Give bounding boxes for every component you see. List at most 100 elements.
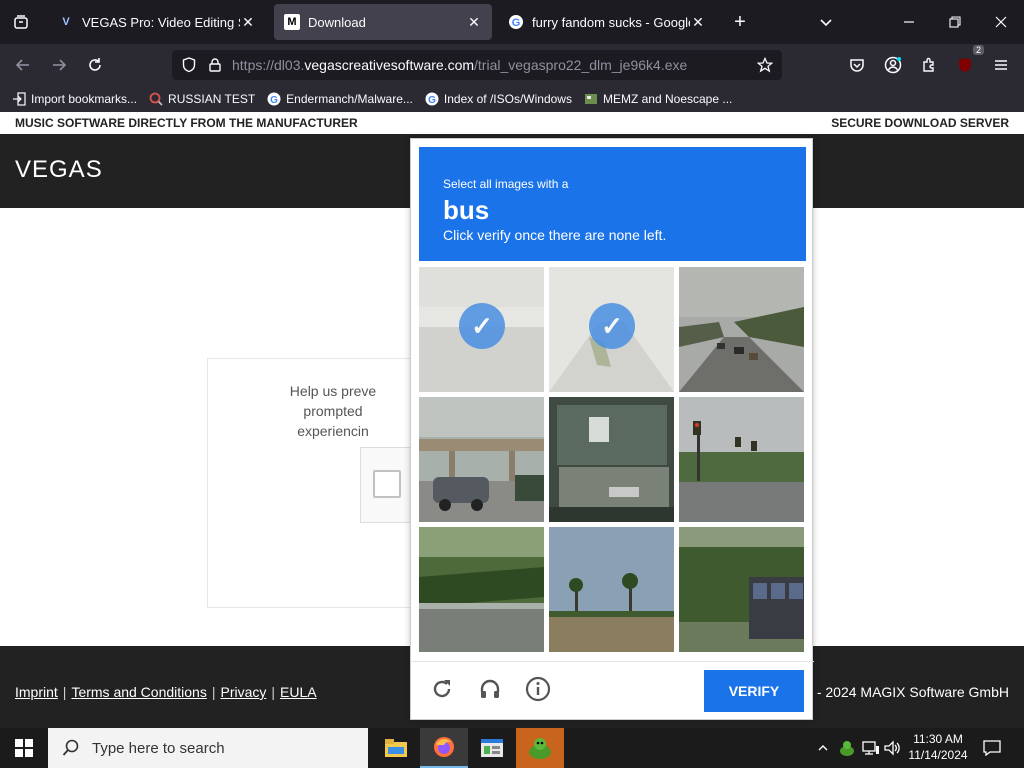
- grid-tile-1[interactable]: ✓: [419, 267, 544, 392]
- tab-vegas-pro[interactable]: V VEGAS Pro: Video Editing Softw ✕: [48, 4, 266, 40]
- url-domain: vegascreativesoftware.com: [304, 57, 475, 73]
- address-bar[interactable]: https://dl03.vegascreativesoftware.com/t…: [172, 50, 782, 80]
- bookmark-label: RUSSIAN TEST: [168, 92, 256, 106]
- list-all-tabs-icon[interactable]: [0, 0, 42, 44]
- footer-link-eula[interactable]: EULA: [280, 684, 317, 700]
- image-grid: ✓ ✓: [419, 267, 806, 654]
- windows-start-icon[interactable]: [0, 728, 48, 768]
- verify-button[interactable]: VERIFY: [704, 670, 804, 712]
- svg-text:G: G: [428, 95, 436, 106]
- bookmarks-toolbar: Import bookmarks... RUSSIAN TEST G Ender…: [0, 86, 1024, 112]
- google-icon: G: [267, 92, 281, 106]
- tab-title: VEGAS Pro: Video Editing Softw: [82, 14, 240, 30]
- forward-arrow-icon[interactable]: [44, 50, 74, 80]
- grid-tile-9[interactable]: [679, 527, 804, 652]
- svg-text:G: G: [512, 17, 521, 29]
- network-icon[interactable]: [860, 728, 882, 768]
- reload-icon[interactable]: [80, 50, 110, 80]
- bookmark-import[interactable]: Import bookmarks...: [12, 92, 137, 106]
- secure-server-label: SECURE DOWNLOAD SERVER: [831, 116, 1009, 130]
- image-icon: [584, 92, 598, 106]
- bookmark-endermanch[interactable]: G Endermanch/Malware...: [267, 92, 413, 106]
- recaptcha-checkbox[interactable]: [373, 470, 401, 498]
- vegas-favicon-icon: V: [62, 16, 70, 28]
- file-explorer-icon[interactable]: [372, 728, 420, 768]
- bonzi-buddy-icon[interactable]: [516, 728, 564, 768]
- footer-links: Imprint | Terms and Conditions | Privacy | EUL…: [15, 684, 317, 700]
- google-favicon-icon: G: [508, 14, 524, 30]
- firefox-taskbar-icon[interactable]: [420, 728, 468, 768]
- task-manager-icon[interactable]: [468, 728, 516, 768]
- vegas-logo[interactable]: VEGAS: [15, 156, 103, 184]
- grid-tile-6[interactable]: [679, 397, 804, 522]
- footer-link-terms[interactable]: Terms and Conditions: [71, 684, 206, 700]
- reload-challenge-icon[interactable]: [427, 674, 457, 704]
- browser-tab-strip: V VEGAS Pro: Video Editing Softw ✕ M Dow…: [0, 0, 1024, 44]
- search-icon: [149, 92, 163, 106]
- tracking-protection-shield-icon[interactable]: [176, 50, 202, 80]
- selected-check-icon: ✓: [459, 303, 505, 349]
- windows-taskbar: Type here to search 11:30 AM 11/14/2024: [0, 728, 1024, 768]
- clock-date: 11/14/2024: [908, 748, 968, 762]
- tab-title: Download: [308, 14, 366, 30]
- import-icon: [12, 92, 26, 106]
- url-path: /trial_vegaspro22_dlm_je96k4.exe: [474, 57, 688, 73]
- divider: |: [271, 684, 276, 700]
- close-window-icon[interactable]: [978, 0, 1024, 44]
- divider: |: [211, 684, 216, 700]
- taskbar-clock[interactable]: 11:30 AM 11/14/2024: [900, 731, 976, 763]
- taskbar-search-box[interactable]: Type here to search: [48, 728, 368, 768]
- chevron-up-icon[interactable]: [812, 728, 834, 768]
- tab-download[interactable]: M Download ✕: [274, 4, 492, 40]
- close-tab-icon[interactable]: ✕: [466, 14, 482, 31]
- pocket-icon[interactable]: [842, 50, 872, 80]
- divider: |: [62, 684, 67, 700]
- grid-tile-2[interactable]: ✓: [549, 267, 674, 392]
- footer-link-imprint[interactable]: Imprint: [15, 684, 58, 700]
- info-icon[interactable]: [523, 674, 553, 704]
- url-text[interactable]: https://dl03.vegascreativesoftware.com/t…: [232, 57, 687, 73]
- grid-tile-8[interactable]: [549, 527, 674, 652]
- bookmark-label: Import bookmarks...: [31, 92, 138, 106]
- grid-tile-4[interactable]: [419, 397, 544, 522]
- bookmark-memz[interactable]: MEMZ and Noescape ...: [584, 92, 732, 106]
- account-icon[interactable]: [878, 50, 908, 80]
- recaptcha-challenge: Select all images with a bus Click verif…: [410, 138, 814, 721]
- hamburger-menu-icon[interactable]: [986, 50, 1016, 80]
- tab-title: furry fandom sucks - Google Se: [532, 14, 690, 30]
- bookmark-label: Index of /ISOs/Windows: [443, 92, 572, 106]
- grid-tile-5[interactable]: [549, 397, 674, 522]
- challenge-footer: VERIFY: [411, 661, 814, 721]
- bookmark-label: Endermanch/Malware...: [286, 92, 413, 106]
- back-arrow-icon[interactable]: [8, 50, 38, 80]
- notifications-icon[interactable]: [980, 728, 1004, 768]
- close-tab-icon[interactable]: ✕: [240, 14, 256, 31]
- svg-text:G: G: [270, 95, 278, 106]
- grid-tile-3[interactable]: [679, 267, 804, 392]
- bookmark-star-icon[interactable]: [752, 50, 778, 80]
- site-top-strip: MUSIC SOFTWARE DIRECTLY FROM THE MANUFAC…: [0, 112, 1024, 134]
- chevron-down-icon[interactable]: [812, 8, 840, 36]
- bookmark-index-isos[interactable]: G Index of /ISOs/Windows: [425, 92, 572, 106]
- search-placeholder: Type here to search: [92, 739, 225, 757]
- extensions-icon[interactable]: [914, 50, 944, 80]
- headphones-icon[interactable]: [475, 674, 505, 704]
- challenge-prompt: Select all images with a: [443, 177, 569, 191]
- tab-google-search[interactable]: G furry fandom sucks - Google Se ✕: [498, 4, 716, 40]
- challenge-target: bus: [443, 195, 490, 225]
- new-tab-icon[interactable]: +: [726, 8, 754, 36]
- bonzi-tray-icon[interactable]: [836, 728, 858, 768]
- bookmark-russian-test[interactable]: RUSSIAN TEST: [149, 92, 255, 106]
- site-tagline: MUSIC SOFTWARE DIRECTLY FROM THE MANUFAC…: [15, 116, 358, 130]
- footer-link-privacy[interactable]: Privacy: [220, 684, 266, 700]
- close-tab-icon[interactable]: ✕: [690, 14, 706, 31]
- lock-icon[interactable]: [202, 50, 228, 80]
- ublock-origin-icon[interactable]: 2: [950, 45, 984, 80]
- restore-icon[interactable]: [932, 0, 978, 44]
- extension-badge: 2: [972, 45, 984, 55]
- grid-tile-7[interactable]: [419, 527, 544, 652]
- bookmark-label: MEMZ and Noescape ...: [602, 92, 733, 106]
- search-icon: [62, 739, 79, 756]
- minimize-icon[interactable]: [886, 0, 932, 44]
- url-prefix: https://dl03.: [232, 57, 305, 73]
